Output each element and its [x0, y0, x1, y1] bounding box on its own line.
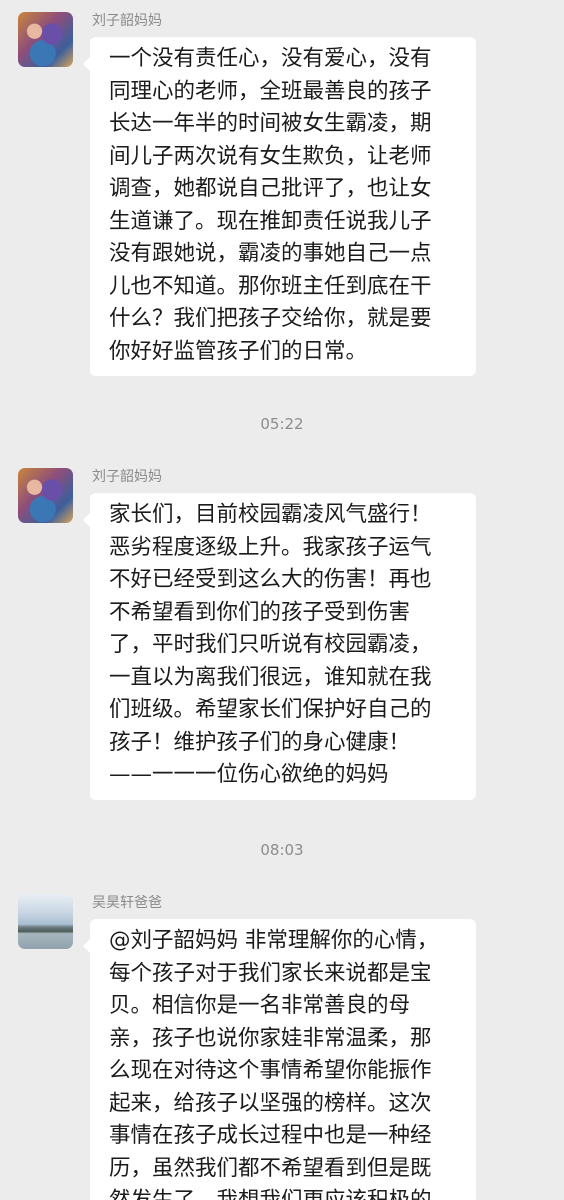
message-text-line: 调查，她都说自己批评了，也让女	[109, 176, 432, 201]
message-text-line: 每个孩子对于我们家长来说都是宝	[109, 960, 432, 986]
message-text-line: 间儿子两次说有女生欺负，让老师	[109, 143, 432, 169]
sender-name: 刘子韶妈妈	[92, 469, 162, 485]
message-text-line: 一直以为离我们很远，谁知就在我	[109, 664, 432, 690]
message-text-line: 没有跟她说，霸凌的事她自己一点	[109, 241, 432, 266]
message-text-line: 贝。相信你是一名非常善良的母	[109, 993, 411, 1018]
message-text-line: 么现在对待这个事情希望你能振作	[109, 1058, 432, 1083]
message-bubble[interactable]: @刘子韶妈妈 非常理解你的心情， 每个孩子对于我们家长来说都是宝 贝。相信你是一…	[83, 919, 476, 1200]
message-timestamp: 08:03	[260, 841, 304, 859]
message-text-line: 你好好监管孩子们的日常。	[109, 338, 368, 364]
message-text-line: 家长们，目前校园霸凌风气盛行！	[109, 502, 432, 527]
message-text-line: 一个没有责任心，没有爱心，没有	[109, 46, 432, 71]
message-timestamp: 05:22	[260, 415, 304, 433]
message-bubble[interactable]: 家长们，目前校园霸凌风气盛行！ 恶劣程度逐级上升。我家孩子运气 不好已经受到这么…	[83, 493, 476, 800]
portrait-avatar[interactable]	[18, 468, 73, 523]
message-text-line: 恶劣程度逐级上升。我家孩子运气	[109, 534, 432, 560]
message-text-line: 然发生了，我想我们更应该积极的	[109, 1185, 466, 1200]
message-text-line: @刘子韶妈妈 非常理解你的心情，	[109, 928, 439, 953]
message-text-line: 了，平时我们只听说有校园霸凌，	[109, 632, 432, 657]
message-text-line: 起来，给孩子以坚强的榜样。这次	[109, 1090, 432, 1116]
message-text-line: 不好已经受到这么大的伤害！再也	[109, 567, 432, 592]
message-text-line: 同理心的老师，全班最善良的孩子	[109, 78, 432, 104]
message-text-line: 亲，孩子也说你家娃非常温柔，那	[109, 1025, 432, 1051]
message-text-line: ——一一一位伤心欲绝的妈妈	[109, 762, 389, 787]
message-text-line: 什么？我们把孩子交给你，就是要	[109, 306, 432, 331]
message-bubble[interactable]: 一个没有责任心，没有爱心，没有 同理心的老师，全班最善良的孩子 长达一年半的时间…	[83, 37, 476, 376]
message-text-line: 儿也不知道。那你班主任到底在干	[109, 273, 432, 299]
sender-name: 刘子韶妈妈	[92, 13, 162, 29]
message-text-line: 生道谦了。现在推卸责任说我儿子	[109, 208, 432, 234]
message-text-line: 们班级。希望家长们保护好自己的	[109, 697, 432, 722]
message-text-line: 事情在孩子成长过程中也是一种经	[109, 1123, 432, 1148]
chat-message-list[interactable]: 刘子韶妈妈 一个没有责任心，没有爱心，没有 同理心的老师，全班最善良的孩子 长达…	[0, 0, 564, 1200]
sender-name: 吴昊轩爸爸	[92, 895, 162, 911]
message-text-line: 孩子！维护孩子们的身心健康！	[109, 729, 411, 755]
message-text-line: 不希望看到你们的孩子受到伤害	[109, 599, 411, 625]
message-text-line: 长达一年半的时间被女生霸凌，期	[109, 111, 432, 136]
landscape-avatar[interactable]	[18, 894, 73, 949]
portrait-avatar[interactable]	[18, 12, 73, 67]
message-text-line: 历，虽然我们都不希望看到但是既	[109, 1155, 432, 1181]
